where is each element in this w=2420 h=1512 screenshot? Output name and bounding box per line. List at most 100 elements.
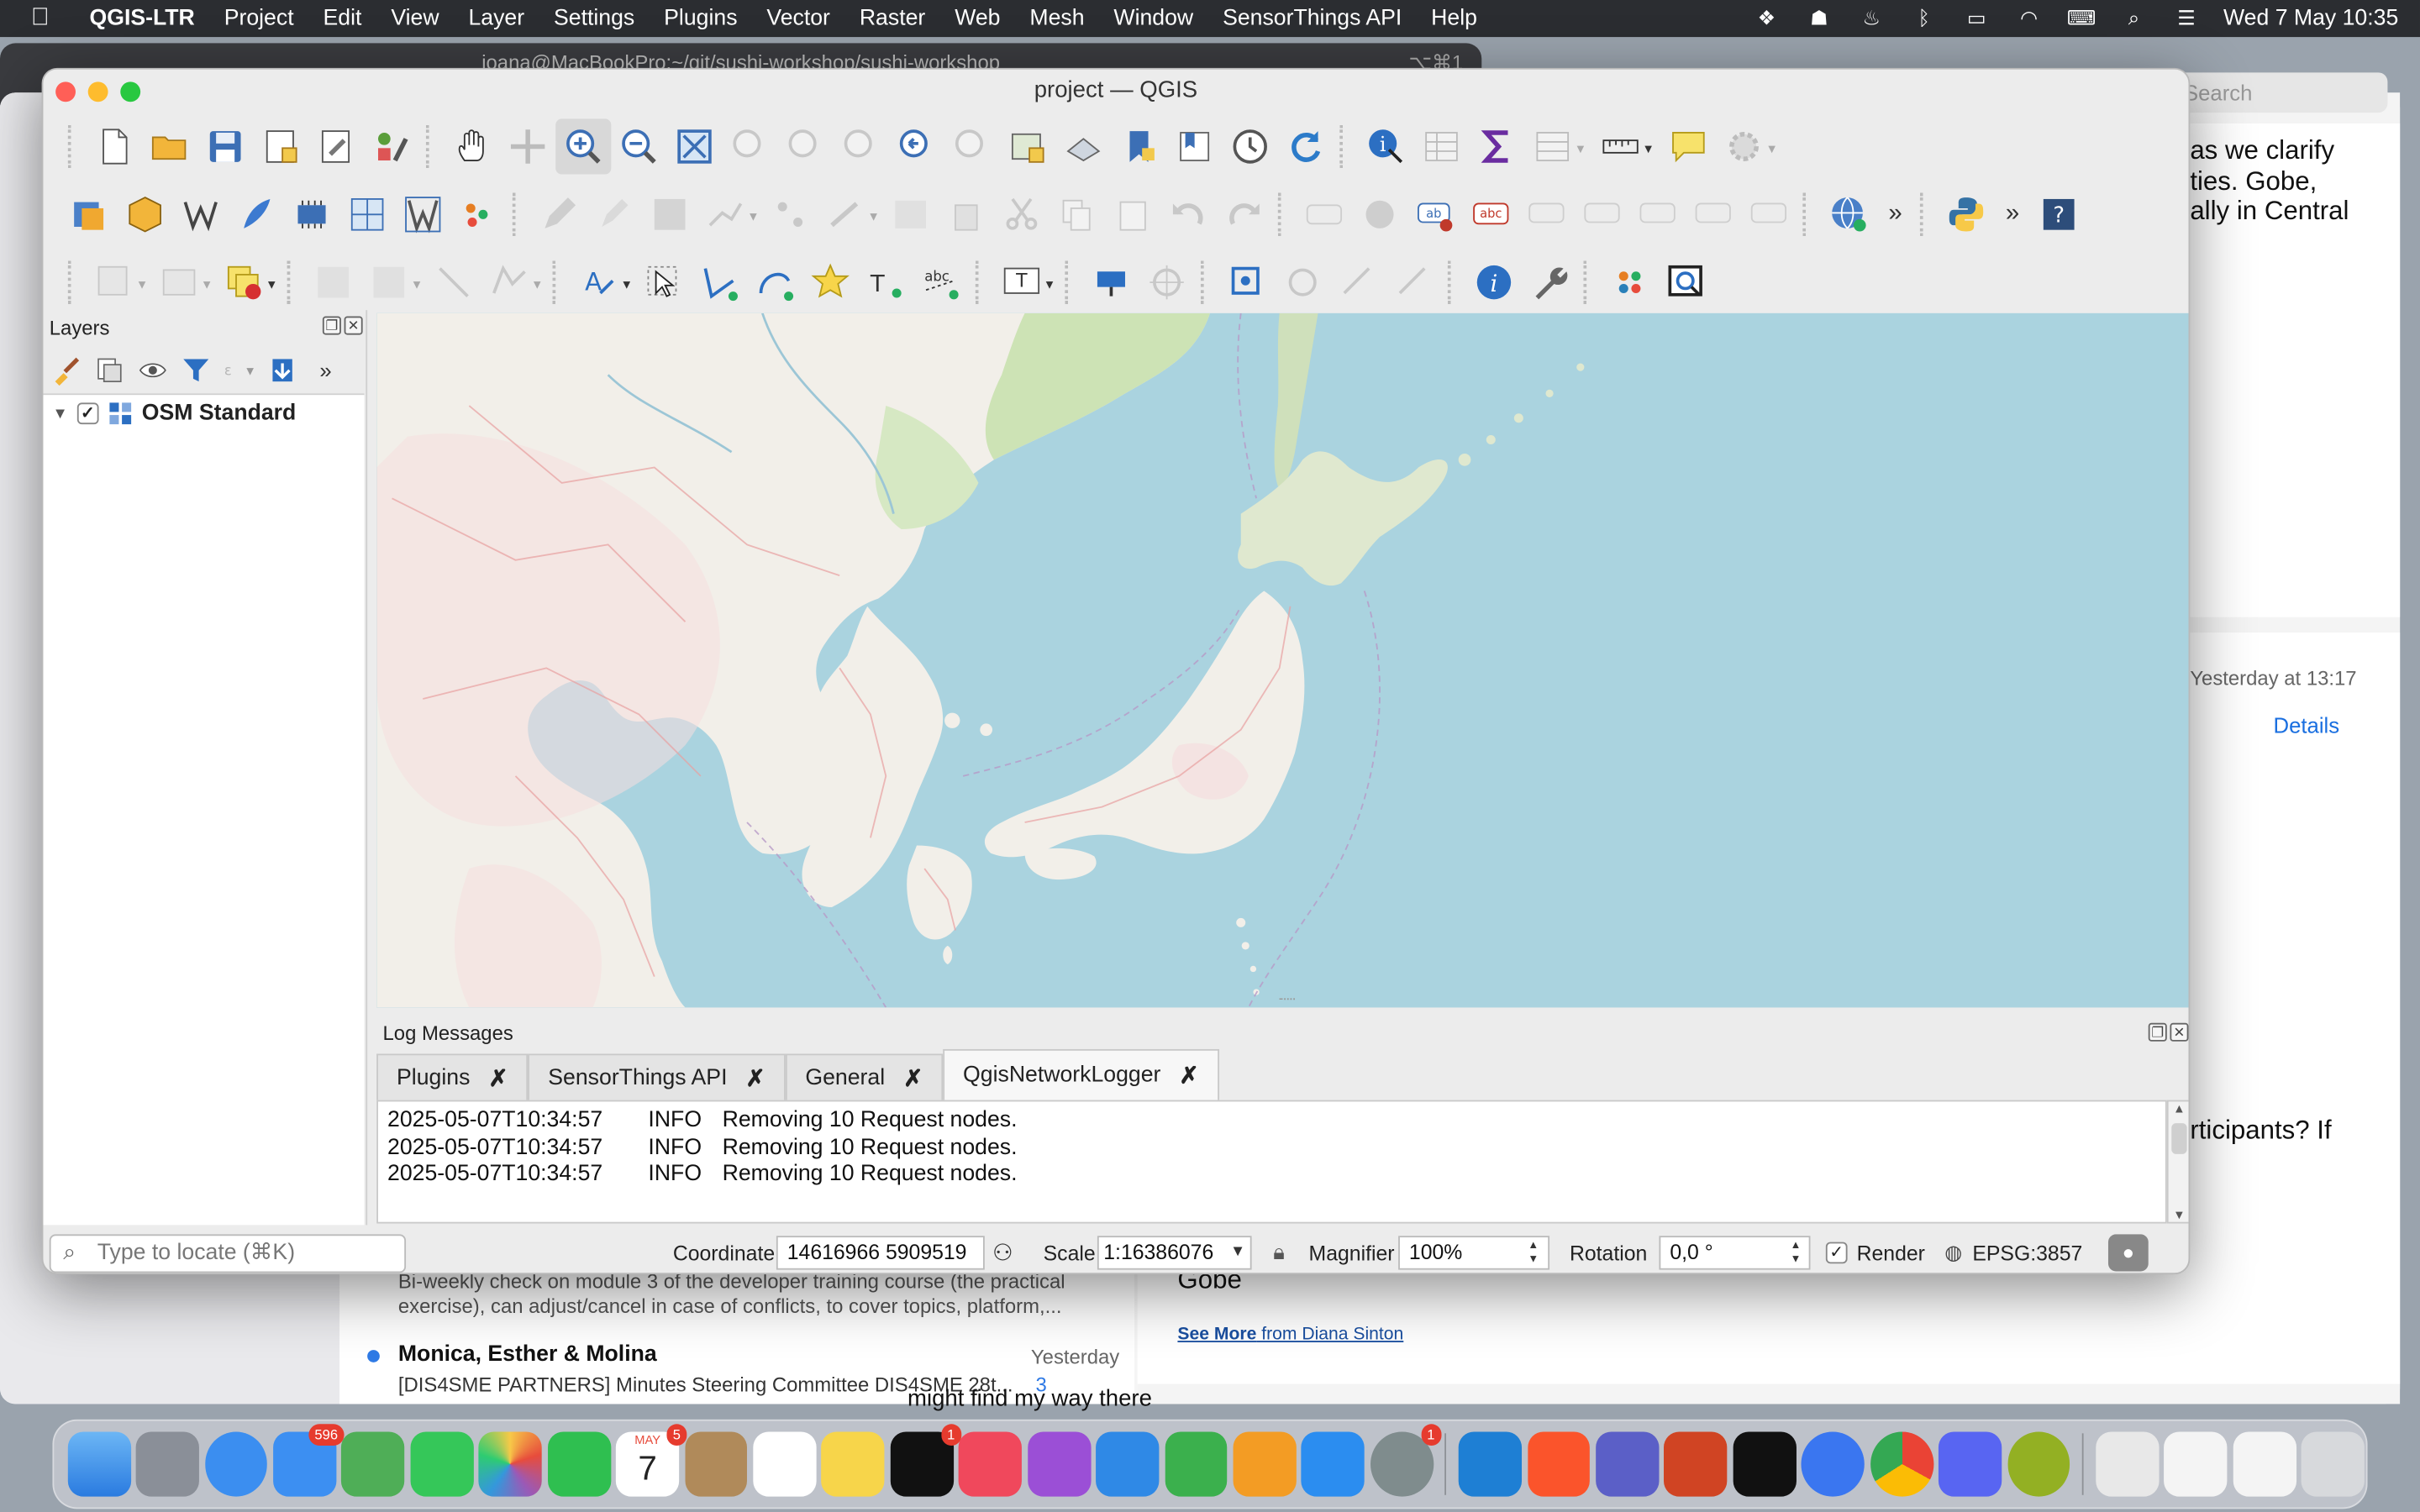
tab-sensorthings-api[interactable]: SensorThings API ✗: [528, 1053, 786, 1100]
toolbar-grip[interactable]: [287, 260, 297, 304]
add-wms-layer-button[interactable]: [1821, 186, 1876, 242]
menu-sensorthings[interactable]: SensorThings API: [1223, 6, 1402, 30]
edit-table-button[interactable]: [883, 186, 939, 242]
layer-labeling-button[interactable]: ab: [1407, 186, 1463, 242]
diagram-tool-button[interactable]: [1352, 186, 1407, 242]
vertex-tool-button[interactable]: [762, 186, 818, 242]
qgis-icon[interactable]: [2007, 1431, 2070, 1497]
undock-log-button[interactable]: ❐: [2148, 1022, 2167, 1042]
keyboard-icon[interactable]: ⌨: [2066, 6, 2097, 30]
qgis-window[interactable]: project — QGIS i ▼ ▼ ▼ ▼ ▼ ab abc » » ? …: [41, 67, 2191, 1275]
menu-view[interactable]: View: [391, 6, 439, 30]
menu-help[interactable]: Help: [1431, 6, 1477, 30]
line-text-annotation-button[interactable]: abc: [913, 255, 969, 310]
measure-line-button[interactable]: ▼: [1593, 118, 1655, 174]
delete-selected-button[interactable]: [939, 186, 994, 242]
coordinate-format-icon[interactable]: ⚇: [992, 1239, 1013, 1267]
refresh-button[interactable]: [1278, 118, 1334, 174]
python-console-button[interactable]: [1939, 186, 1994, 242]
toolbar-grip[interactable]: [425, 124, 435, 169]
layout-manager-button[interactable]: [308, 118, 364, 174]
new-map-view-button[interactable]: [1000, 118, 1055, 174]
tab-plugins[interactable]: Plugins ✗: [376, 1053, 529, 1100]
layer-tree[interactable]: ▼ ✓ OSM Standard: [43, 393, 365, 1226]
new-memory-layer-button[interactable]: [284, 186, 339, 242]
polygon-annotation-button[interactable]: [747, 255, 802, 310]
family-icon[interactable]: ☗: [1803, 6, 1834, 30]
toolbar-grip[interactable]: [1200, 260, 1210, 304]
wifi-icon[interactable]: ◠: [2013, 6, 2044, 30]
filter-legend-button[interactable]: [179, 354, 213, 387]
move-label-button[interactable]: [1630, 186, 1686, 242]
control-center-icon[interactable]: ☰: [2171, 6, 2202, 30]
highlight-pinned-labels-button[interactable]: abc: [1463, 186, 1518, 242]
messages-icon[interactable]: [410, 1431, 474, 1497]
mail-details-link[interactable]: Details: [2274, 713, 2340, 738]
identify-features-button[interactable]: i: [1358, 118, 1413, 174]
new-bookmark-button[interactable]: [1111, 118, 1166, 174]
locator-search-input[interactable]: ⌕ Type to locate (⌘K): [49, 1234, 407, 1273]
menu-vector[interactable]: Vector: [766, 6, 830, 30]
close-tab-icon[interactable]: ✗: [1179, 1062, 1198, 1089]
reshape-button[interactable]: ▼: [481, 255, 544, 310]
select-vertex-button[interactable]: [1219, 255, 1275, 310]
toggle-editing-button[interactable]: [587, 186, 642, 242]
safari-icon[interactable]: [204, 1431, 268, 1497]
show-hide-labels-button[interactable]: [1574, 186, 1629, 242]
zoom-full-button[interactable]: [666, 118, 722, 174]
mail-search-field[interactable]: Search: [2171, 72, 2388, 113]
zoom-native-button[interactable]: [834, 118, 889, 174]
spotlight-icon[interactable]: ⌕: [2118, 6, 2149, 30]
flame-icon[interactable]: ♨: [1856, 6, 1887, 30]
terminal-icon[interactable]: [1733, 1431, 1797, 1497]
toolbar-grip[interactable]: [975, 260, 985, 304]
coordinate-field[interactable]: 14616966 5909519: [776, 1236, 985, 1270]
vscode-icon[interactable]: [1459, 1431, 1523, 1497]
style-manager-button[interactable]: [364, 118, 419, 174]
expand-all-button[interactable]: [266, 354, 299, 387]
menu-layer[interactable]: Layer: [468, 6, 524, 30]
scale-dropdown-icon[interactable]: ▼: [1224, 1237, 1252, 1268]
reminders-icon[interactable]: [753, 1431, 817, 1497]
toolbar-grip[interactable]: [67, 124, 77, 169]
log-scrollbar[interactable]: ▲ ▼: [2166, 1100, 2189, 1224]
pan-map-button[interactable]: [445, 118, 500, 174]
close-tab-icon[interactable]: ✗: [903, 1063, 923, 1091]
powerpoint-icon[interactable]: [1664, 1431, 1728, 1497]
teams-icon[interactable]: [1596, 1431, 1660, 1497]
minimize-window-button[interactable]: [87, 81, 108, 102]
notes-icon[interactable]: [821, 1431, 885, 1497]
magnifier-field[interactable]: 100%: [1398, 1236, 1550, 1270]
pages-icon[interactable]: [1233, 1431, 1297, 1497]
toolbar-grip[interactable]: [1583, 260, 1592, 304]
menu-plugins[interactable]: Plugins: [664, 6, 737, 30]
statistical-summary-button[interactable]: [1470, 118, 1525, 174]
mail-icon[interactable]: 596: [273, 1424, 345, 1497]
filter-expression-button[interactable]: ε ▼: [222, 354, 256, 387]
scroll-down-icon[interactable]: ▼: [2169, 1208, 2189, 1222]
maps-icon[interactable]: [341, 1431, 405, 1497]
label-tool-1-button[interactable]: [1297, 186, 1352, 242]
bluetooth-icon[interactable]: ᛒ: [1908, 6, 1939, 30]
zoom-last-button[interactable]: [889, 118, 944, 174]
chrome-icon[interactable]: [1870, 1431, 1933, 1497]
paste-features-button[interactable]: [1105, 186, 1160, 242]
music-icon[interactable]: [959, 1431, 1023, 1497]
pan-to-selection-button[interactable]: [500, 118, 555, 174]
save-project-button[interactable]: [197, 118, 253, 174]
digitize-button[interactable]: ▼: [697, 186, 760, 242]
menu-raster[interactable]: Raster: [860, 6, 925, 30]
show-bookmarks-button[interactable]: [1167, 118, 1223, 174]
see-more-link[interactable]: See More from Diana Sinton: [1177, 1326, 1403, 1344]
documents-stack-icon[interactable]: [2096, 1431, 2160, 1497]
layer-item-osm-standard[interactable]: ▼ ✓ OSM Standard: [52, 402, 296, 426]
layer-visibility-checkbox[interactable]: ✓: [76, 402, 99, 425]
close-tab-icon[interactable]: ✗: [488, 1063, 508, 1091]
messages-button[interactable]: ●: [2107, 1234, 2149, 1272]
polyline-annotation-button[interactable]: [692, 255, 747, 310]
podcasts-icon[interactable]: [1027, 1431, 1091, 1497]
map-tips-button[interactable]: [1660, 118, 1716, 174]
point-text-annotation-button[interactable]: T: [858, 255, 913, 310]
close-panel-button[interactable]: ✕: [344, 316, 363, 335]
menu-mesh[interactable]: Mesh: [1029, 6, 1084, 30]
